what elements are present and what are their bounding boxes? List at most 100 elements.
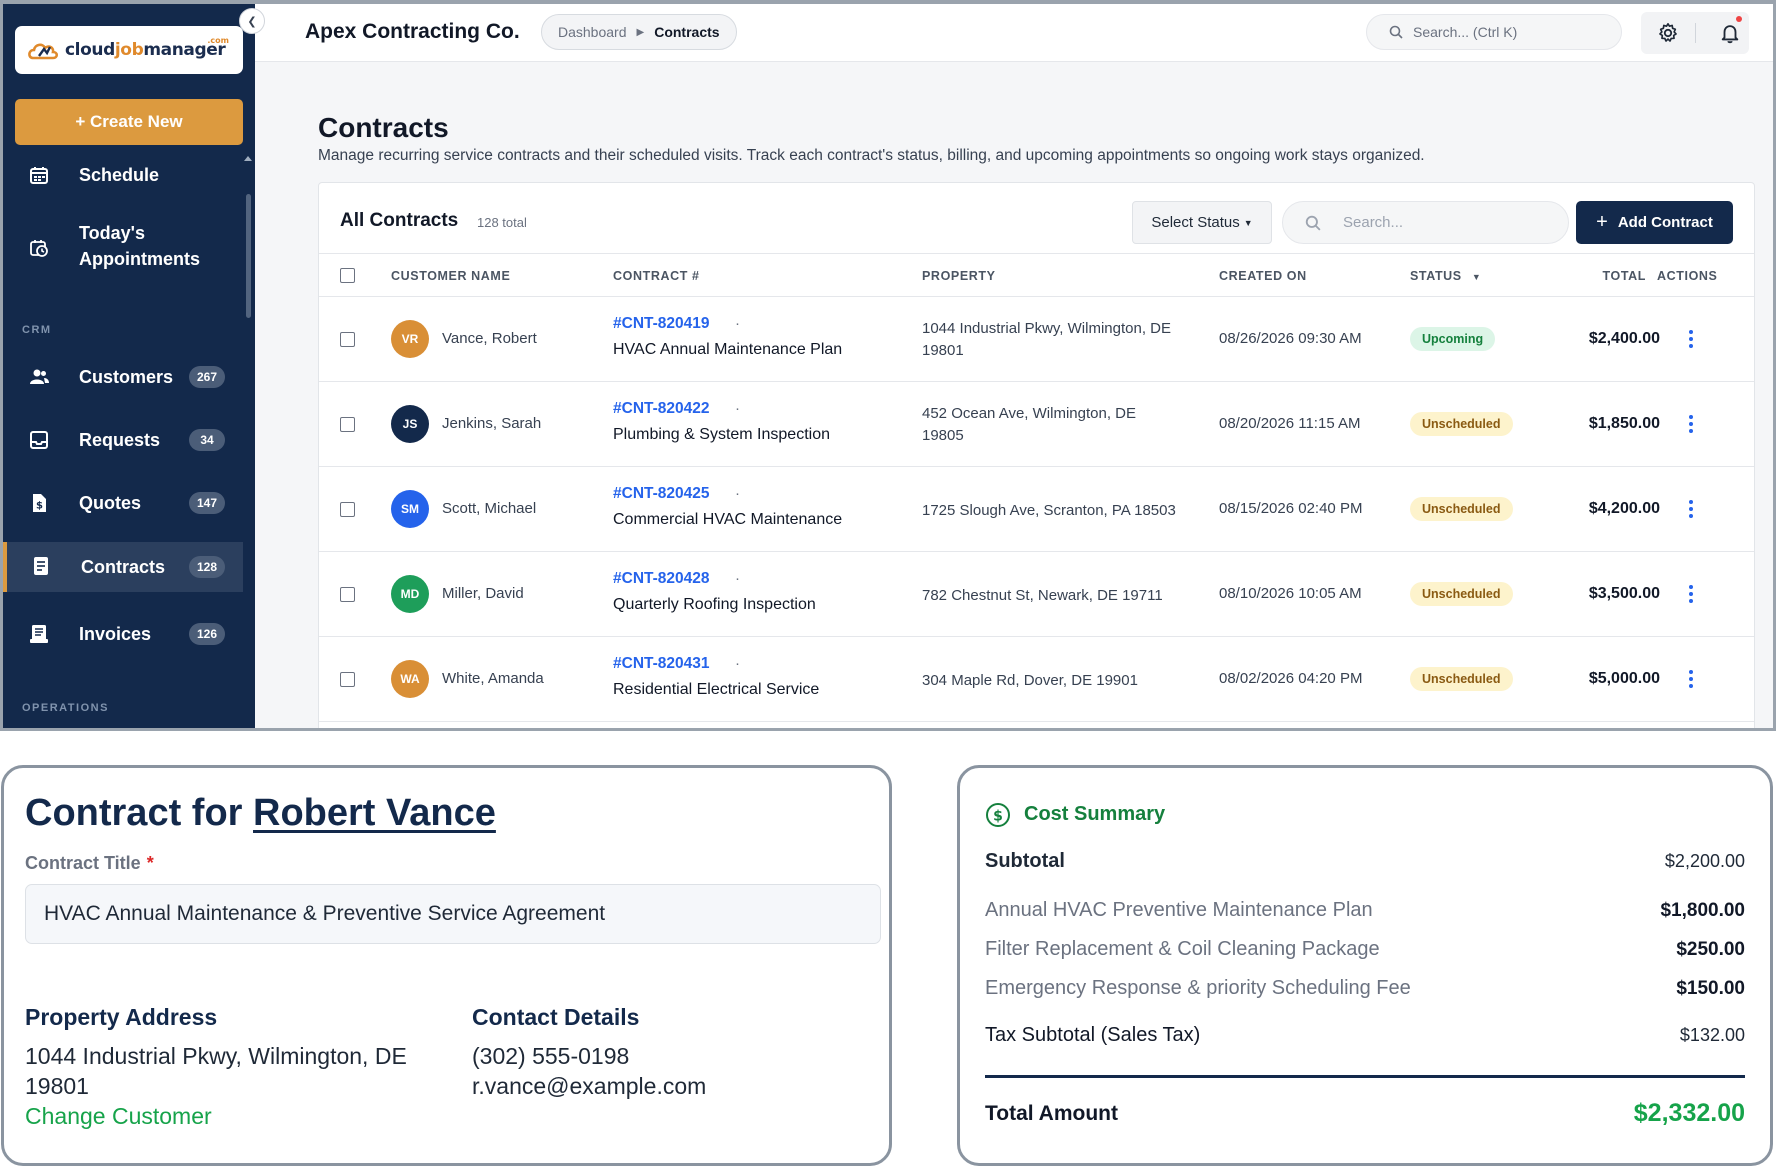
subtotal-label: Subtotal [985,850,1065,872]
contract-number-link[interactable]: #CNT-820428 [613,570,710,588]
status-badge: Unscheduled [1410,582,1513,606]
column-header-customer[interactable]: CUSTOMER NAME [391,269,510,283]
caret-down-icon: ▼ [1243,217,1253,228]
table-row[interactable]: SM Scott, Michael #CNT-820425 · Commercial H… [319,467,1754,552]
column-header-created-on[interactable]: CREATED ON [1219,269,1307,283]
divider [985,1075,1745,1078]
row-checkbox[interactable] [340,502,355,517]
breadcrumb-link-dashboard[interactable]: Dashboard [558,24,627,40]
row-checkbox[interactable] [340,672,355,687]
contract-title: HVAC Annual Maintenance Plan [613,341,843,358]
table-row[interactable]: JS Jenkins, Sarah #CNT-820422 · Plumbing & S… [319,382,1754,467]
contracts-table-card: All Contracts 128 total Select Status ▼ … [318,182,1755,728]
notification-dot [1736,16,1742,22]
sidebar-item-customers[interactable]: Customers 267 [3,360,243,394]
count-badge: 126 [188,623,225,645]
customer-name-link[interactable]: Robert Vance [253,792,496,834]
separator-dot: · [735,485,740,502]
header-icon-group [1641,12,1749,54]
column-header-status[interactable]: STATUS ▼ [1410,269,1481,283]
sidebar-item-schedule[interactable]: Schedule [3,158,243,192]
contract-total: $1,850.00 [1588,415,1660,432]
logo-domain: .com [207,36,229,45]
table-row[interactable]: WA White, Amanda #CNT-820431 · Residential E… [319,637,1754,722]
change-customer-link[interactable]: Change Customer [25,1103,212,1130]
sidebar-item-label: Contracts [81,557,166,577]
status-filter-label: Select Status [1151,214,1240,231]
contract-number-link[interactable]: #CNT-820422 [613,400,710,418]
row-actions-menu-icon[interactable] [1681,665,1701,693]
collapse-sidebar-button[interactable]: ❮ [239,8,265,34]
add-contract-button[interactable]: + Add Contract [1576,201,1733,244]
row-checkbox[interactable] [340,332,355,347]
tax-value: $132.00 [1679,1025,1745,1045]
gear-icon[interactable] [1657,22,1679,44]
global-search-input[interactable]: Search... (Ctrl K) [1366,14,1622,50]
breadcrumb-current: Contracts [654,24,720,40]
created-date: 08/02/2026 04:20 PM [1219,670,1363,687]
contract-number-link[interactable]: #CNT-820425 [613,485,710,503]
search-icon [1305,215,1321,231]
select-all-checkbox[interactable] [340,268,355,283]
sidebar-item-quotes[interactable]: $ Quotes 147 [3,486,243,520]
sidebar-scrollbar[interactable] [246,194,251,318]
contract-total: $5,000.00 [1588,670,1660,687]
row-actions-menu-icon[interactable] [1681,580,1701,608]
contract-number-link[interactable]: #CNT-820419 [613,315,710,333]
customer-name[interactable]: Jenkins, Sarah [442,415,541,432]
calendar-icon [30,167,48,184]
sidebar-item-label: Customers [79,367,174,387]
sidebar-item-requests[interactable]: Requests 34 [3,423,243,457]
contract-icon [34,557,48,575]
users-icon [30,369,49,384]
dollar-circle-icon: $ [986,803,1010,827]
created-date: 08/26/2026 09:30 AM [1219,330,1362,347]
customer-name[interactable]: White, Amanda [442,670,544,687]
contract-number-link[interactable]: #CNT-820431 [613,655,710,673]
cost-summary-panel: $ Cost Summary Subtotal $2,200.00 Annual… [957,765,1773,1166]
section-label-operations: OPERATIONS [22,702,109,714]
row-actions-menu-icon[interactable] [1681,495,1701,523]
row-checkbox[interactable] [340,417,355,432]
separator-dot: · [735,315,740,332]
contact-email[interactable]: r.vance@example.com [472,1073,706,1100]
property-address-heading: Property Address [25,1004,218,1030]
sidebar-item-label: Schedule [79,165,160,185]
bell-icon[interactable] [1719,22,1741,44]
sidebar-item-label: Invoices [79,624,152,644]
table-row[interactable]: VR Vance, Robert #CNT-820419 · HVAC Annual M… [319,297,1754,382]
contact-phone[interactable]: (302) 555-0198 [472,1043,629,1070]
row-actions-menu-icon[interactable] [1681,410,1701,438]
customer-name[interactable]: Miller, David [442,585,524,602]
line-item-row: Annual HVAC Preventive Maintenance Plan … [985,899,1745,922]
contract-detail-panel: Contract for Robert Vance Contract Title… [1,765,892,1166]
table-search-input[interactable]: Search... [1282,201,1569,244]
column-header-contract-number[interactable]: CONTRACT # [613,269,700,283]
sidebar-item-contracts[interactable]: Contracts 128 [3,542,243,592]
tax-label: Tax Subtotal (Sales Tax) [985,1024,1201,1046]
row-actions-menu-icon[interactable] [1681,325,1701,353]
sidebar-item-invoices[interactable]: Invoices 126 [3,617,243,651]
customer-name[interactable]: Scott, Michael [442,500,536,517]
column-header-total[interactable]: TOTAL [1476,269,1646,283]
row-checkbox[interactable] [340,587,355,602]
status-filter-select[interactable]: Select Status ▼ [1132,201,1272,244]
logo-icon [28,43,59,60]
divider [1695,23,1696,43]
scroll-up-arrow-icon[interactable] [244,156,252,161]
table-row[interactable]: MD Miller, David #CNT-820428 · Quarterly Roo… [319,552,1754,637]
subtotal-value: $2,200.00 [1664,851,1745,871]
line-item-value: $1,800.00 [1660,899,1745,921]
contract-total: $3,500.00 [1588,585,1660,602]
brand-logo[interactable]: cloudjobmanager .com [15,26,243,74]
sidebar-item-label: Requests [79,430,161,450]
company-name: Apex Contracting Co. [305,20,520,43]
contract-title: Residential Electrical Service [613,681,820,698]
create-new-button[interactable]: + Create New [15,99,243,145]
column-header-property[interactable]: PROPERTY [922,269,996,283]
sidebar-item-label: Today's Appointments [79,223,200,269]
customer-name[interactable]: Vance, Robert [442,330,537,347]
svg-text:$: $ [36,501,43,512]
sidebar-item-todays-appointments[interactable]: Today's Appointments [3,220,243,276]
contract-title-input[interactable] [25,884,881,944]
